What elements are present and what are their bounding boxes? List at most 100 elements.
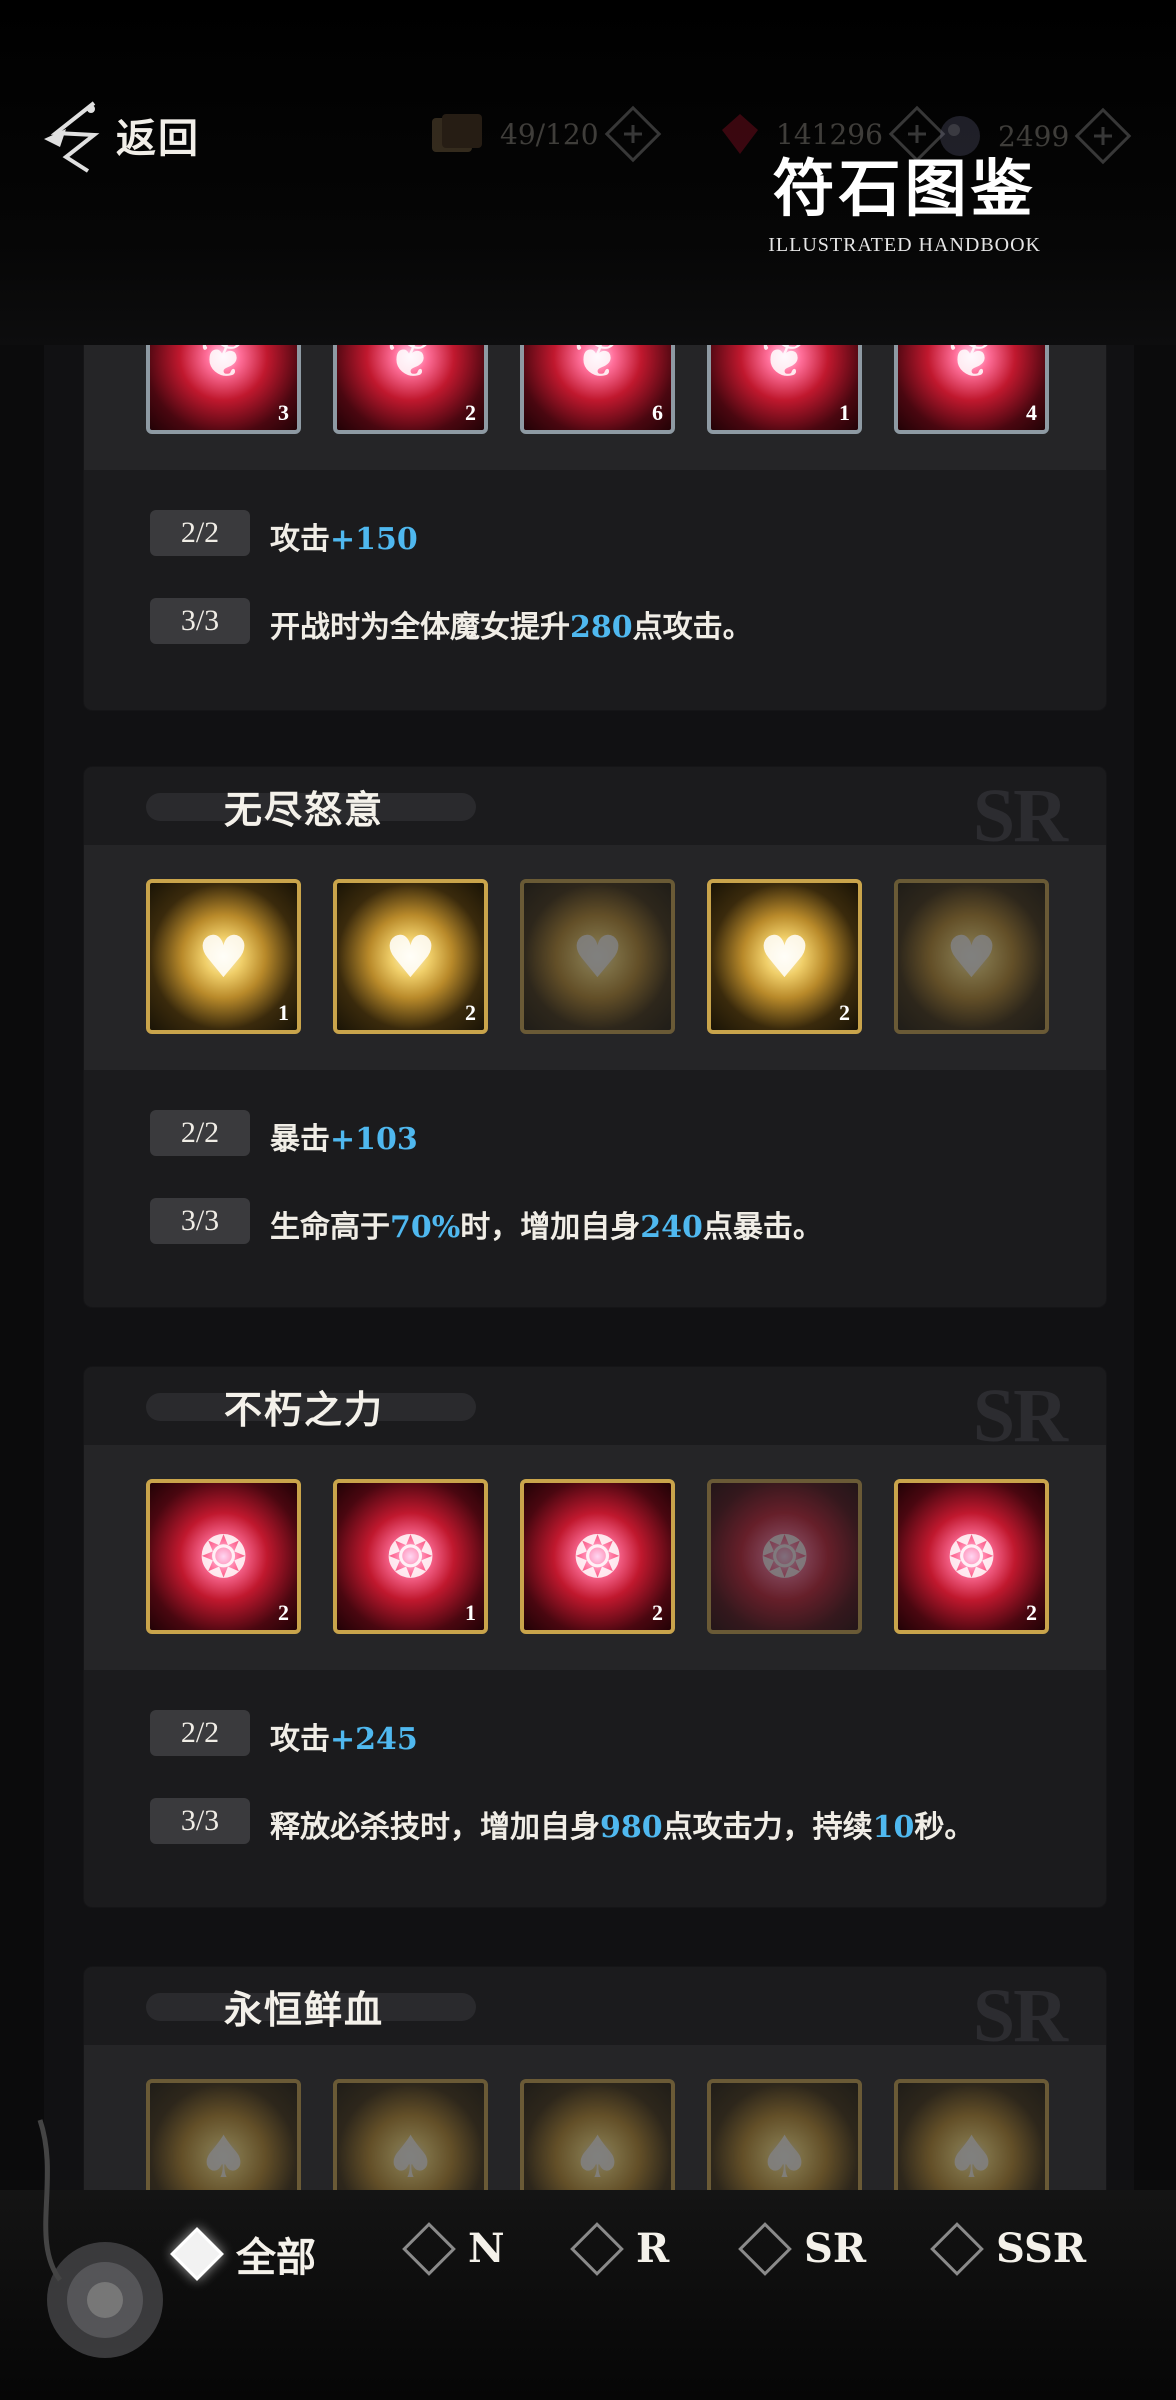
rune-tile[interactable]: ❂ 2 — [894, 1479, 1049, 1634]
heart-crest-icon: ♥ — [571, 922, 624, 991]
add-cards-button[interactable] — [604, 105, 661, 163]
rune-tile-locked[interactable]: ♠ — [333, 2079, 488, 2190]
filter-label: R — [636, 2225, 670, 2272]
set-effects: 2/2 攻击+150 3/3 开战时为全体魔女提升280点攻击。 — [84, 470, 1106, 668]
bonus-tag: 3/3 — [150, 598, 250, 644]
rarity-filter-bar: 全部 N R SR SSR — [0, 2221, 1176, 2295]
set-header: 永恒鲜血 SR — [84, 1967, 1106, 2058]
diamond-icon — [738, 2221, 792, 2276]
set-effects: 2/2 暴击+103 3/3 生命高于70%时，增加自身240点暴击。 — [84, 1070, 1106, 1268]
bonus-tag: 2/2 — [150, 1110, 250, 1156]
rune-set-card: 永恒鲜血 SR ♠ ♠ ♠ ♠ ♠ — [84, 1967, 1106, 2190]
rune-tile-locked[interactable]: ❂ — [707, 1479, 862, 1634]
set-header: 无尽怒意 SR — [84, 767, 1106, 858]
rune-tile[interactable]: ♥ 2 — [707, 879, 862, 1034]
rune-tile[interactable]: ♥ 2 — [333, 879, 488, 1034]
bonus-text: 攻击+150 — [270, 522, 418, 557]
filter-label: 全部 — [236, 2234, 316, 2281]
filter-all[interactable]: 全部 — [170, 2225, 316, 2283]
rune-count: 2 — [839, 1000, 850, 1025]
cards-count: 49/120 — [500, 117, 599, 151]
rune-tile[interactable]: ❦ 1 — [707, 345, 862, 434]
rune-tile[interactable]: ❦ 4 — [894, 345, 1049, 434]
set-bonus-3: 3/3 开战时为全体魔女提升280点攻击。 — [84, 580, 1106, 668]
rune-tile-locked[interactable]: ♥ — [520, 879, 675, 1034]
flame-icon: ❦ — [573, 345, 622, 391]
flame-icon: ❦ — [947, 345, 996, 391]
rune-count: 2 — [465, 1000, 476, 1025]
set-effects: 2/2 攻击+245 3/3 释放必杀技时，增加自身980点攻击力，持续10秒。 — [84, 1670, 1106, 1868]
rune-row: ❂ 2 ❂ 1 ❂ 2 ❂ ❂ 2 — [84, 1445, 1106, 1670]
rune-tile-locked[interactable]: ♠ — [894, 2079, 1049, 2190]
back-button[interactable]: 返回 — [36, 95, 200, 175]
flame-icon: ❦ — [760, 345, 809, 391]
bonus-tag: 2/2 — [150, 510, 250, 556]
diamond-icon — [570, 2221, 624, 2276]
blood-count: 141296 — [776, 117, 883, 151]
filter-ssr[interactable]: SSR — [930, 2221, 1086, 2276]
heart-crest-icon: ♥ — [945, 922, 998, 991]
set-bonus-2: 2/2 攻击+150 — [84, 492, 1106, 580]
bonus-text: 攻击+245 — [270, 1722, 418, 1757]
page-subtitle: ILLUSTRATED HANDBOOK — [768, 234, 1041, 256]
bonus-text: 暴击+103 — [270, 1122, 418, 1157]
set-bonus-3: 3/3 生命高于70%时，增加自身240点暴击。 — [84, 1180, 1106, 1268]
bonus-tag: 3/3 — [150, 1198, 250, 1244]
rune-row: ♥ 1 ♥ 2 ♥ ♥ 2 ♥ — [84, 845, 1106, 1070]
blood-drop-icon: ♠ — [758, 2122, 811, 2191]
rune-tile[interactable]: ❦ 2 — [333, 345, 488, 434]
filter-r[interactable]: R — [570, 2221, 670, 2276]
rune-count: 1 — [465, 1600, 476, 1625]
heart-crest-icon: ♥ — [197, 922, 250, 991]
add-crystal-button[interactable] — [1074, 107, 1132, 165]
rune-tile-locked[interactable]: ♠ — [520, 2079, 675, 2190]
diamond-icon — [930, 2221, 984, 2276]
filter-label: SR — [804, 2225, 867, 2272]
rune-tile-locked[interactable]: ♠ — [707, 2079, 862, 2190]
flame-eye-icon: ❂ — [760, 1522, 809, 1591]
rune-count: 4 — [1026, 400, 1037, 425]
blood-drop-icon: ♠ — [945, 2122, 998, 2191]
heart-crest-icon: ♥ — [384, 922, 437, 991]
rune-count: 2 — [465, 400, 476, 425]
rune-tile[interactable]: ❂ 2 — [520, 1479, 675, 1634]
set-header: 不朽之力 SR — [84, 1367, 1106, 1458]
flame-eye-icon: ❂ — [947, 1522, 996, 1591]
bonus-text: 开战时为全体魔女提升280点攻击。 — [270, 610, 753, 645]
page-title: 符石图鉴 — [772, 152, 1037, 225]
rune-tile[interactable]: ❂ 1 — [333, 1479, 488, 1634]
filter-sr[interactable]: SR — [738, 2221, 867, 2276]
flame-eye-icon: ❂ — [386, 1522, 435, 1591]
rune-count: 3 — [278, 400, 289, 425]
card-pack-icon — [432, 114, 482, 152]
rune-tile[interactable]: ❦ 3 — [146, 345, 301, 434]
rune-tile[interactable]: ❦ 6 — [520, 345, 675, 434]
flame-eye-icon: ❂ — [573, 1522, 622, 1591]
bonus-text: 生命高于70%时，增加自身240点暴击。 — [270, 1210, 823, 1245]
bonus-tag: 3/3 — [150, 1798, 250, 1844]
set-bonus-2: 2/2 攻击+245 — [84, 1692, 1106, 1780]
rune-count: 2 — [1026, 1600, 1037, 1625]
set-bonus-2: 2/2 暴击+103 — [84, 1092, 1106, 1180]
heart-crest-icon: ♥ — [758, 922, 811, 991]
resource-cards: 49/120 — [428, 105, 661, 163]
bonus-tag: 2/2 — [150, 1710, 250, 1756]
bonus-text: 释放必杀技时，增加自身980点攻击力，持续10秒。 — [270, 1810, 975, 1845]
rune-count: 2 — [278, 1600, 289, 1625]
flame-icon: ❦ — [386, 345, 435, 391]
rune-count: 1 — [839, 400, 850, 425]
rune-set-list[interactable]: ❦ 3 ❦ 2 ❦ 6 ❦ 1 ❦ 4 2/2 攻击+150 3/3 开战时为全体魔女提升… — [44, 345, 1134, 2190]
set-name: 永恒鲜血 — [224, 1987, 385, 2032]
set-name: 无尽怒意 — [224, 787, 385, 832]
rune-tile-locked[interactable]: ♥ — [894, 879, 1049, 1034]
blood-drop-icon: ♠ — [384, 2122, 437, 2191]
crystal-count: 2499 — [998, 119, 1070, 153]
rune-set-card: 无尽怒意 SR ♥ 1 ♥ 2 ♥ ♥ 2 ♥ 2/2 暴击+103 3/3 生命高于… — [84, 767, 1106, 1307]
flame-icon: ❦ — [199, 345, 248, 391]
blood-drop-icon: ♠ — [571, 2122, 624, 2191]
rune-tile[interactable]: ❂ 2 — [146, 1479, 301, 1634]
filter-n[interactable]: N — [402, 2221, 505, 2276]
rune-tile[interactable]: ♥ 1 — [146, 879, 301, 1034]
top-bar: 返回 49/120 141296 2499 符石图鉴 ILLUSTRATED H… — [0, 0, 1176, 345]
set-bonus-3: 3/3 释放必杀技时，增加自身980点攻击力，持续10秒。 — [84, 1780, 1106, 1868]
